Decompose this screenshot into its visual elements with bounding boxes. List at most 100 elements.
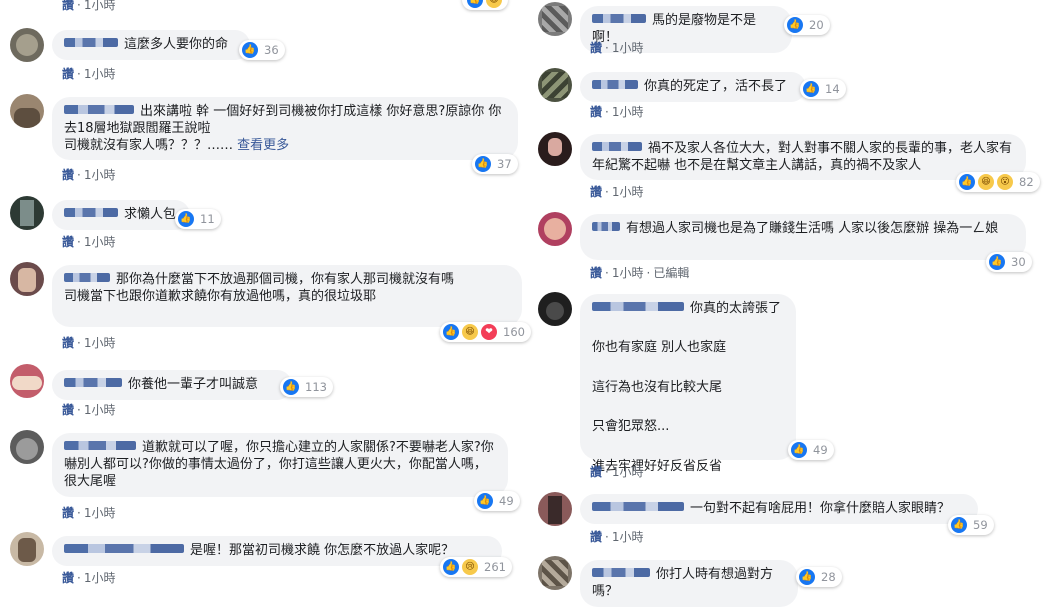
reaction-summary[interactable]: 👍 28 <box>796 567 842 587</box>
comment-bubble: 一句對不起有啥屁用！你拿什麼賠人家眼睛？ <box>580 494 978 524</box>
like-link[interactable]: 讚 <box>62 235 74 249</box>
comment-meta: 讚 · 1小時 <box>62 571 116 585</box>
avatar[interactable] <box>538 492 572 526</box>
avatar[interactable] <box>538 2 572 36</box>
commenter-name[interactable] <box>592 568 650 577</box>
avatar[interactable] <box>538 68 572 102</box>
reaction-count: 49 <box>499 494 514 508</box>
reaction-count: 37 <box>497 157 512 171</box>
like-link[interactable]: 讚 <box>62 506 74 520</box>
comment-meta: 讚 · 1小時 <box>62 403 116 417</box>
comment-meta: 讚 · 1小時 <box>590 185 644 199</box>
like-reaction-icon: 👍 <box>798 568 816 586</box>
timestamp: 1小時 <box>611 266 644 280</box>
comment-bubble: 道歉就可以了喔，你只擔心建立的人家關係?不要嚇老人家?你嚇別人都可以?你做的事情… <box>52 433 508 497</box>
comment-bubble: 求懶人包 <box>52 200 190 230</box>
reaction-count: 30 <box>1011 255 1026 269</box>
like-link[interactable]: 讚 <box>590 266 602 280</box>
reaction-summary[interactable]: 👍 14 <box>800 79 846 99</box>
comment-text: 禍不及家人各位大大，對人對事不關人家的長輩的事，老人家有年紀驚不起嚇 也不是在幫… <box>592 141 1013 173</box>
reaction-summary[interactable]: 👍 113 <box>280 377 333 397</box>
commenter-name[interactable] <box>64 38 118 47</box>
like-reaction-icon: 👍 <box>442 323 460 341</box>
like-link[interactable]: 讚 <box>590 465 602 479</box>
reaction-count: 49 <box>813 443 828 457</box>
like-reaction-icon: 👍 <box>950 516 968 534</box>
reaction-summary[interactable]: 👍 11 <box>175 209 221 229</box>
timestamp: 1小時 <box>83 571 116 585</box>
commenter-name[interactable] <box>592 80 638 89</box>
commenter-name[interactable] <box>64 544 184 553</box>
comment-meta: 讚 · 1小時 <box>590 465 644 479</box>
avatar[interactable] <box>10 532 44 566</box>
reaction-summary[interactable]: 👍 37 <box>472 154 518 174</box>
comment-text: 那你為什麼當下不放過那個司機，你有家人那司機就沒有嗎 司機當下也跟你道歉求饒你有… <box>64 272 455 304</box>
see-more-link[interactable]: 查看更多 <box>237 138 289 153</box>
like-link[interactable]: 讚 <box>62 336 74 350</box>
timestamp: 1小時 <box>611 465 644 479</box>
like-link[interactable]: 讚 <box>590 41 602 55</box>
like-link[interactable]: 讚 <box>62 0 74 12</box>
reaction-summary[interactable]: 👍 😢 261 <box>440 557 512 577</box>
avatar[interactable] <box>10 94 44 128</box>
like-reaction-icon: 👍 <box>177 210 195 228</box>
commenter-name[interactable] <box>592 14 646 23</box>
avatar[interactable] <box>538 292 572 326</box>
comment-meta: 讚 · 1小時 <box>62 336 116 350</box>
like-link[interactable]: 讚 <box>62 403 74 417</box>
commenter-name[interactable] <box>64 273 110 282</box>
timestamp: 1小時 <box>83 168 116 182</box>
timestamp: 1小時 <box>83 67 116 81</box>
commenter-name[interactable] <box>592 222 620 231</box>
avatar[interactable] <box>10 262 44 296</box>
reaction-summary[interactable]: 👍 😆 ❤ 160 <box>440 322 531 342</box>
avatar[interactable] <box>10 364 44 398</box>
timestamp: 1小時 <box>83 0 116 12</box>
avatar[interactable] <box>10 28 44 62</box>
reaction-count: 82 <box>1019 175 1034 189</box>
timestamp: 1小時 <box>83 235 116 249</box>
comment-bubble: 出來講啦 幹 一個好好到司機被你打成這樣 你好意思?原諒你 你去18層地獄跟閻羅… <box>52 97 518 160</box>
reaction-summary[interactable]: 👍 30 <box>986 252 1032 272</box>
like-link[interactable]: 讚 <box>590 530 602 544</box>
reaction-count: 261 <box>484 560 506 574</box>
avatar[interactable] <box>538 556 572 590</box>
avatar[interactable] <box>10 430 44 464</box>
like-link[interactable]: 讚 <box>62 168 74 182</box>
comment-text: 這麼多人要你的命 <box>124 37 229 52</box>
like-reaction-icon: 👍 <box>786 16 804 34</box>
commenter-name[interactable] <box>592 502 684 511</box>
commenter-name[interactable] <box>592 142 642 151</box>
reaction-count: 28 <box>821 570 836 584</box>
like-reaction-icon: 👍 <box>282 378 300 396</box>
reaction-summary[interactable]: 👍 49 <box>788 440 834 460</box>
reaction-summary-top[interactable]: 👍 😆 <box>462 0 508 10</box>
comment-bubble: 有想過人家司機也是為了賺錢生活嗎 人家以後怎麼辦 操為一ㄥ娘 <box>580 214 1026 260</box>
avatar[interactable] <box>10 196 44 230</box>
comment-meta: 讚 · 1小時 <box>62 235 116 249</box>
reaction-summary[interactable]: 👍 59 <box>948 515 994 535</box>
commenter-name[interactable] <box>64 378 122 387</box>
reaction-summary[interactable]: 👍 20 <box>784 15 830 35</box>
like-link[interactable]: 讚 <box>62 571 74 585</box>
reaction-summary[interactable]: 👍 😆 😮 82 <box>956 172 1040 192</box>
timestamp: 1小時 <box>611 185 644 199</box>
sad-reaction-icon: 😢 <box>461 558 479 576</box>
commenter-name[interactable] <box>64 208 118 217</box>
commenter-name[interactable] <box>592 302 684 311</box>
like-link[interactable]: 讚 <box>62 67 74 81</box>
reaction-summary[interactable]: 👍 49 <box>474 491 520 511</box>
avatar[interactable] <box>538 212 572 246</box>
timestamp: 1小時 <box>611 105 644 119</box>
avatar[interactable] <box>538 132 572 166</box>
commenter-name[interactable] <box>64 441 136 450</box>
reaction-count: 20 <box>809 18 824 32</box>
like-link[interactable]: 讚 <box>590 185 602 199</box>
edited-label: 已編輯 <box>653 266 690 280</box>
reaction-count: 36 <box>264 43 279 57</box>
reaction-count: 160 <box>503 325 525 339</box>
comment-text: 你養他一輩子才叫誠意 <box>128 377 259 392</box>
like-link[interactable]: 讚 <box>590 105 602 119</box>
reaction-summary[interactable]: 👍 36 <box>239 40 285 60</box>
commenter-name[interactable] <box>64 105 134 114</box>
